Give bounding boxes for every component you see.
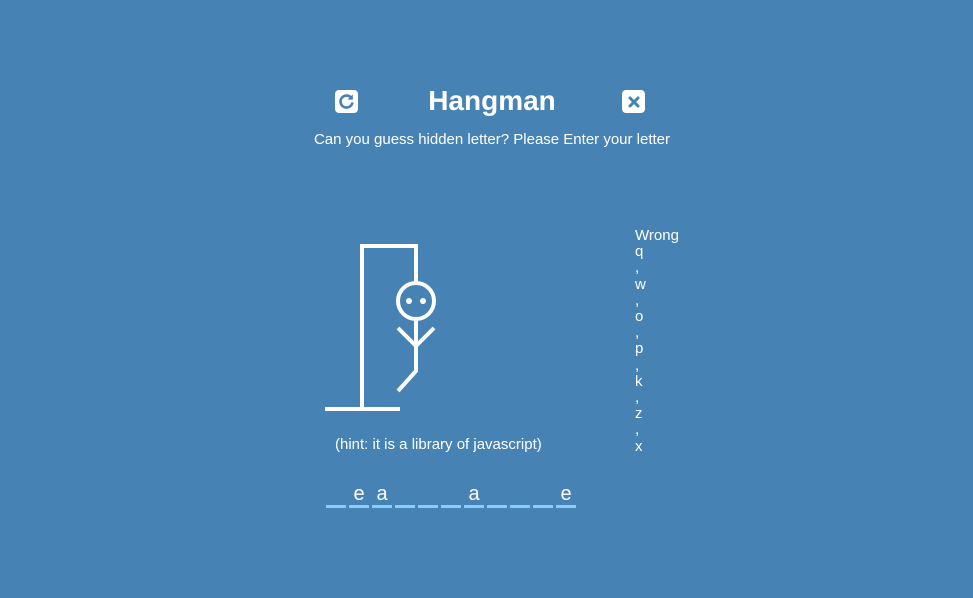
letter-slot-char — [533, 483, 553, 505]
restart-icon[interactable] — [335, 90, 358, 113]
wrong-letter-separator: , — [635, 291, 640, 309]
letter-slot: a — [372, 483, 392, 508]
wrong-letter: o — [635, 308, 644, 326]
wrong-letter: p — [635, 340, 644, 358]
letter-slot — [395, 483, 415, 508]
hint-text: (hint: it is a library of javascript) — [335, 436, 542, 453]
letter-slot — [533, 483, 553, 508]
letter-slot-char — [510, 483, 530, 505]
wrong-letter: z — [635, 405, 643, 423]
instructions-text: Can you guess hidden letter? Please Ente… — [313, 131, 671, 148]
figure-left-arm — [396, 326, 418, 348]
wrong-letter-separator: , — [635, 259, 640, 277]
letter-slot — [487, 483, 507, 508]
letter-slot-char — [326, 483, 346, 505]
letter-slot-char: e — [353, 483, 365, 505]
letter-slot-underline — [487, 505, 507, 508]
letter-slot-char: a — [468, 483, 480, 505]
letter-slot-underline — [372, 505, 392, 508]
letter-slot-char: a — [376, 483, 388, 505]
letter-slot-underline — [326, 505, 346, 508]
letter-slot-underline — [395, 505, 415, 508]
letter-slot-underline — [533, 505, 553, 508]
letter-slot-char — [395, 483, 415, 505]
letter-slot-char — [418, 483, 438, 505]
figure-left-eye — [406, 298, 412, 304]
hangman-figure — [325, 244, 436, 411]
letter-slot: e — [556, 483, 576, 508]
letter-slot — [326, 483, 346, 508]
game-container: Hangman Can you guess hidden letter? Ple… — [0, 0, 973, 598]
close-icon[interactable] — [622, 90, 645, 113]
wrong-letter: x — [635, 437, 643, 455]
letter-slot — [441, 483, 461, 508]
letter-slot-char — [487, 483, 507, 505]
letter-slot — [510, 483, 530, 508]
figure-right-arm — [414, 326, 436, 348]
letter-slot — [418, 483, 438, 508]
letter-slot-underline — [441, 505, 461, 508]
wrong-letter: q — [635, 243, 644, 261]
wrong-letters-panel: Wrong q , w , o , p , k , z , x — [635, 227, 679, 455]
letter-slot-underline — [510, 505, 530, 508]
letter-slot: a — [464, 483, 484, 508]
figure-left-leg — [396, 369, 418, 393]
wrong-letter-separator: , — [635, 421, 640, 439]
wrong-letters-label: Wrong — [635, 227, 679, 244]
letter-slot-underline — [349, 505, 369, 508]
letter-slot-underline — [464, 505, 484, 508]
figure-head — [396, 281, 436, 321]
wrong-letter: k — [635, 372, 643, 390]
hidden-word: e a a e — [326, 483, 576, 508]
letter-slot: e — [349, 483, 369, 508]
wrong-letter-separator: , — [635, 356, 640, 374]
wrong-letter: w — [635, 275, 646, 293]
letter-slot-underline — [556, 505, 576, 508]
wrong-letter-separator: , — [635, 389, 640, 407]
letter-slot-underline — [418, 505, 438, 508]
letter-slot-char: e — [560, 483, 572, 505]
page-title: Hangman — [428, 85, 556, 116]
letter-slot-char — [441, 483, 461, 505]
wrong-letter-separator: , — [635, 324, 640, 342]
figure-right-eye — [420, 298, 426, 304]
